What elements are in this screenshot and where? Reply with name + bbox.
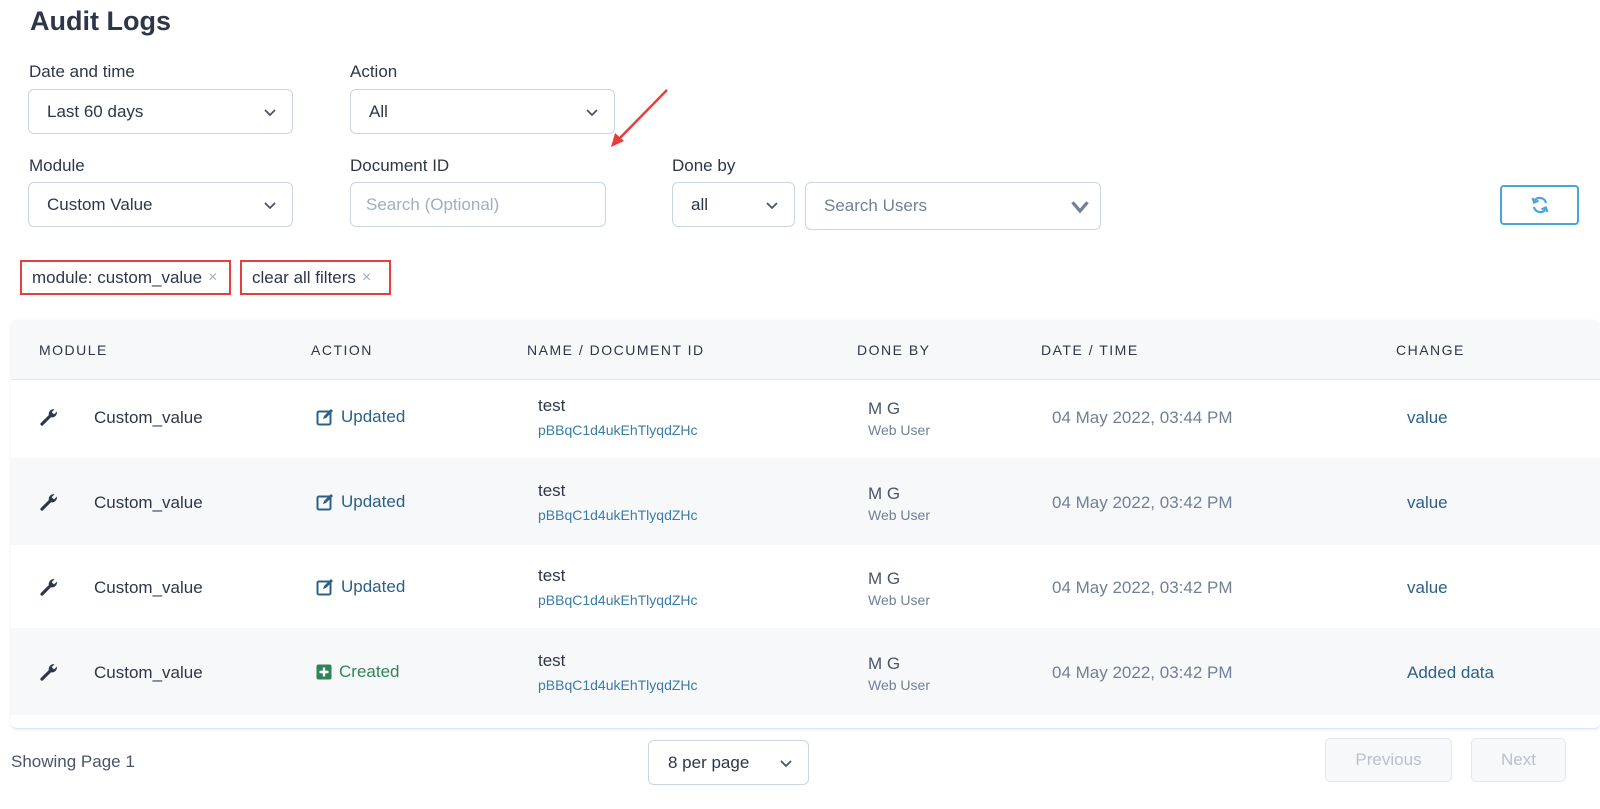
module-filter-select[interactable]: Custom Value — [28, 182, 293, 227]
row-action: Updated — [316, 492, 405, 512]
row-doc-id[interactable]: pBBqC1d4ukEhTlyqdZHc — [538, 422, 698, 438]
refresh-button[interactable] — [1500, 185, 1579, 225]
table-row: Custom_value Updated test pBBqC1d4ukEhTl… — [11, 458, 1600, 545]
wrench-icon — [40, 664, 57, 681]
action-filter-select[interactable]: All — [350, 89, 615, 134]
row-name: test — [538, 481, 566, 500]
date-filter-value: Last 60 days — [47, 101, 144, 121]
refresh-icon — [1530, 196, 1549, 214]
per-page-select[interactable]: 8 per page — [648, 740, 809, 785]
row-change-link[interactable]: value — [1407, 493, 1448, 513]
chevron-down-icon — [766, 201, 778, 209]
search-users-placeholder: Search Users — [824, 196, 927, 215]
page-indicator: Showing Page 1 — [11, 752, 135, 771]
column-header-done-by: DONE BY — [857, 342, 931, 358]
row-done-by: M G — [868, 569, 901, 588]
row-date: 04 May 2022, 03:42 PM — [1052, 663, 1233, 682]
row-change-link[interactable]: value — [1407, 408, 1448, 428]
row-name: test — [538, 651, 566, 670]
row-action-label: Updated — [341, 577, 406, 596]
date-filter-label: Date and time — [29, 62, 135, 81]
chevron-down-icon — [264, 201, 276, 209]
row-action: Updated — [316, 407, 405, 427]
row-done-by-role: Web User — [868, 677, 930, 693]
edit-icon — [316, 494, 333, 511]
docid-search-input[interactable]: Search (Optional) — [350, 182, 606, 227]
row-date: 04 May 2022, 03:42 PM — [1052, 578, 1233, 597]
row-done-by-role: Web User — [868, 592, 930, 608]
action-filter-value: All — [369, 101, 388, 121]
row-done-by: M G — [868, 484, 901, 503]
date-filter-select[interactable]: Last 60 days — [28, 89, 293, 134]
row-doc-id[interactable]: pBBqC1d4ukEhTlyqdZHc — [538, 677, 698, 693]
previous-button[interactable]: Previous — [1325, 738, 1452, 782]
column-header-date: DATE / TIME — [1041, 342, 1139, 358]
table-row: Custom_value Updated test pBBqC1d4ukEhTl… — [11, 373, 1600, 460]
row-date: 04 May 2022, 03:42 PM — [1052, 493, 1233, 512]
doneby-select[interactable]: all — [672, 182, 795, 227]
plus-square-icon — [316, 664, 332, 680]
edit-icon — [316, 409, 333, 426]
wrench-icon — [40, 579, 57, 596]
search-users-select[interactable]: Search Users — [805, 182, 1101, 230]
row-done-by: M G — [868, 654, 901, 673]
row-action-label: Created — [339, 662, 400, 681]
table-row: Custom_value Updated test pBBqC1d4ukEhTl… — [11, 543, 1600, 630]
chevron-down-icon — [264, 108, 276, 116]
wrench-icon — [40, 494, 57, 511]
edit-icon — [316, 579, 333, 596]
column-header-name: NAME / DOCUMENT ID — [527, 342, 705, 358]
module-filter-chip: module: custom_value × — [20, 260, 231, 295]
page-title: Audit Logs — [30, 6, 171, 36]
row-module: Custom_value — [94, 408, 203, 427]
chip-label: clear all filters — [252, 267, 356, 287]
column-header-module: MODULE — [39, 342, 108, 358]
row-change-link[interactable]: value — [1407, 578, 1448, 598]
row-name: test — [538, 396, 566, 415]
docid-placeholder: Search (Optional) — [366, 194, 500, 214]
row-doc-id[interactable]: pBBqC1d4ukEhTlyqdZHc — [538, 592, 698, 608]
chevron-down-icon — [780, 759, 792, 767]
row-action-label: Updated — [341, 407, 406, 426]
table-row: Custom_value Created test pBBqC1d4ukEhTl… — [11, 628, 1600, 715]
clear-filters-chip[interactable]: clear all filters × — [240, 260, 391, 295]
row-done-by: M G — [868, 399, 901, 418]
close-icon[interactable]: × — [208, 269, 217, 287]
audit-table: MODULE ACTION NAME / DOCUMENT ID DONE BY… — [11, 320, 1600, 729]
row-module: Custom_value — [94, 663, 203, 682]
row-change-link[interactable]: Added data — [1407, 663, 1494, 683]
row-done-by-role: Web User — [868, 422, 930, 438]
row-module: Custom_value — [94, 578, 203, 597]
doneby-filter-label: Done by — [672, 156, 736, 175]
row-done-by-role: Web User — [868, 507, 930, 523]
row-name: test — [538, 566, 566, 585]
annotation-arrow — [611, 89, 668, 147]
chevron-down-icon — [586, 108, 598, 116]
per-page-value: 8 per page — [668, 752, 750, 772]
doneby-value: all — [691, 194, 709, 214]
column-header-action: ACTION — [311, 342, 373, 358]
module-filter-label: Module — [29, 156, 85, 175]
close-icon[interactable]: × — [362, 269, 371, 287]
row-module: Custom_value — [94, 493, 203, 512]
row-doc-id[interactable]: pBBqC1d4ukEhTlyqdZHc — [538, 507, 698, 523]
table-header: MODULE ACTION NAME / DOCUMENT ID DONE BY… — [11, 320, 1600, 380]
row-action: Created — [316, 662, 399, 682]
action-filter-label: Action — [350, 62, 398, 81]
chip-label: module: custom_value — [32, 267, 203, 287]
wrench-icon — [40, 409, 57, 426]
row-action: Updated — [316, 577, 405, 597]
docid-filter-label: Document ID — [350, 156, 450, 175]
module-filter-value: Custom Value — [47, 194, 153, 214]
row-action-label: Updated — [341, 492, 406, 511]
next-button[interactable]: Next — [1471, 738, 1566, 782]
chevron-down-icon — [1071, 201, 1089, 214]
row-date: 04 May 2022, 03:44 PM — [1052, 408, 1233, 427]
column-header-change: CHANGE — [1396, 342, 1465, 358]
